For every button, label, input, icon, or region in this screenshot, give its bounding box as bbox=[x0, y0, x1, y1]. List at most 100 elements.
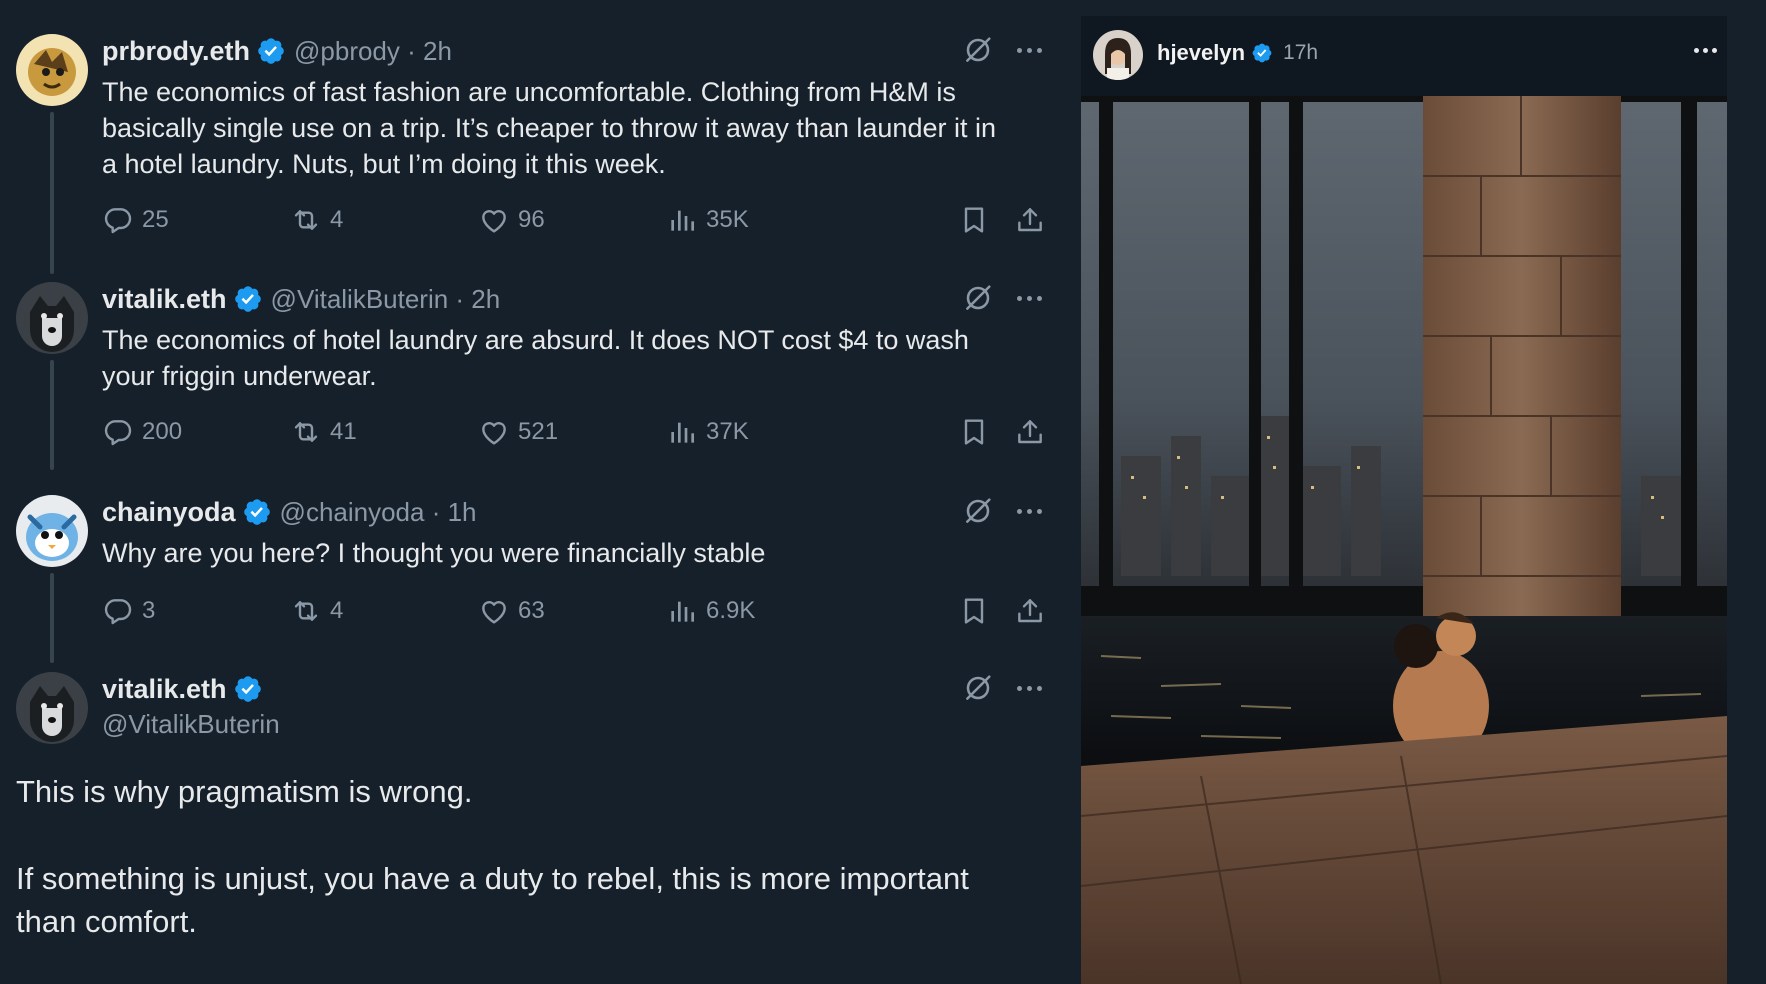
share-icon bbox=[1014, 416, 1046, 448]
views-button[interactable]: 35K bbox=[666, 200, 749, 240]
display-name[interactable]: chainyoda bbox=[102, 497, 236, 528]
tweet-text-line: a hotel laundry. Nuts, but I’m doing it … bbox=[102, 149, 666, 179]
avatar[interactable] bbox=[16, 495, 88, 567]
reply-count: 200 bbox=[142, 418, 183, 445]
repost-count: 41 bbox=[330, 418, 357, 445]
share-button[interactable] bbox=[1014, 591, 1046, 631]
like-button[interactable]: 63 bbox=[478, 591, 545, 631]
verified-badge-icon bbox=[233, 674, 263, 704]
like-icon bbox=[478, 204, 510, 236]
story-user[interactable]: hjevelyn 17h bbox=[1157, 40, 1318, 66]
tweet-text-line: Why are you here? I thought you were fin… bbox=[102, 538, 766, 568]
views-button[interactable]: 6.9K bbox=[666, 591, 755, 631]
bookmark-icon bbox=[958, 595, 990, 627]
views-count: 35K bbox=[706, 206, 749, 233]
story-time: 17h bbox=[1283, 41, 1319, 64]
views-count: 6.9K bbox=[706, 597, 756, 624]
tweet-paragraph-line: than comfort. bbox=[16, 904, 197, 939]
repost-icon bbox=[290, 595, 322, 627]
more-options-icon[interactable] bbox=[1012, 34, 1046, 66]
handle-and-time[interactable]: @chainyoda · 1h bbox=[280, 497, 477, 528]
repost-icon bbox=[290, 204, 322, 236]
bookmark-icon bbox=[958, 416, 990, 448]
tweet-text-line: The economics of fast fashion are uncomf… bbox=[102, 77, 956, 107]
thread-line bbox=[50, 573, 54, 663]
bookmark-button[interactable] bbox=[958, 591, 990, 631]
repost-count: 4 bbox=[330, 206, 344, 233]
repost-button[interactable]: 4 bbox=[290, 200, 343, 240]
reply-icon bbox=[102, 204, 134, 236]
handle[interactable]: @VitalikButerin bbox=[102, 706, 280, 742]
story-more-icon[interactable] bbox=[1692, 48, 1719, 53]
more-options-icon[interactable] bbox=[1012, 282, 1046, 314]
tweet-text: The economics of hotel laundry are absur… bbox=[102, 322, 1042, 394]
like-button[interactable]: 96 bbox=[478, 200, 545, 240]
tweet-actions: 25 4 96 35K bbox=[102, 200, 1042, 240]
tweet-text: The economics of fast fashion are uncomf… bbox=[102, 74, 1042, 182]
verified-badge-icon bbox=[233, 284, 263, 314]
like-count: 96 bbox=[518, 206, 545, 233]
story-username[interactable]: hjevelyn bbox=[1157, 40, 1245, 66]
display-name[interactable]: vitalik.eth bbox=[102, 674, 227, 705]
bookmark-icon bbox=[958, 204, 990, 236]
reply-button[interactable]: 3 bbox=[102, 591, 155, 631]
bookmark-button[interactable] bbox=[958, 200, 990, 240]
tweet-text-line: your friggin underwear. bbox=[102, 361, 377, 391]
more-options-icon[interactable] bbox=[1012, 672, 1046, 704]
reply-button[interactable]: 25 bbox=[102, 200, 169, 240]
bookmark-button[interactable] bbox=[958, 412, 990, 452]
tweet-header: prbrody.eth @pbrody · 2h bbox=[102, 34, 452, 68]
story-header: hjevelyn 17h bbox=[1081, 16, 1727, 96]
reply-button[interactable]: 200 bbox=[102, 412, 182, 452]
tweet-text-line: basically single use on a trip. It’s che… bbox=[102, 113, 996, 143]
tweet-actions: 200 41 521 37K bbox=[102, 412, 1042, 452]
grok-icon[interactable] bbox=[962, 495, 994, 527]
repost-button[interactable]: 4 bbox=[290, 591, 343, 631]
like-count: 63 bbox=[518, 597, 545, 624]
reply-count: 3 bbox=[142, 597, 156, 624]
views-icon bbox=[666, 204, 698, 236]
grok-icon[interactable] bbox=[962, 672, 994, 704]
story-avatar[interactable] bbox=[1093, 30, 1143, 80]
like-button[interactable]: 521 bbox=[478, 412, 558, 452]
verified-badge-icon bbox=[242, 497, 272, 527]
share-button[interactable] bbox=[1014, 412, 1046, 452]
tweet-thread: prbrody.eth @pbrody · 2h The economics o… bbox=[0, 0, 1060, 984]
display-name[interactable]: vitalik.eth bbox=[102, 284, 227, 315]
views-icon bbox=[666, 595, 698, 627]
tweet-header: chainyoda @chainyoda · 1h bbox=[102, 495, 477, 529]
tweet-paragraph: This is why pragmatism is wrong. bbox=[16, 774, 473, 809]
tweet-header: vitalik.eth @VitalikButerin · 2h bbox=[102, 282, 500, 316]
like-icon bbox=[478, 416, 510, 448]
grok-icon[interactable] bbox=[962, 34, 994, 66]
views-button[interactable]: 37K bbox=[666, 412, 749, 452]
tweet-actions: 3 4 63 6.9K bbox=[102, 591, 1042, 631]
grok-icon[interactable] bbox=[962, 282, 994, 314]
share-button[interactable] bbox=[1014, 200, 1046, 240]
share-icon bbox=[1014, 595, 1046, 627]
thread-line bbox=[50, 360, 54, 470]
repost-button[interactable]: 41 bbox=[290, 412, 357, 452]
views-count: 37K bbox=[706, 418, 749, 445]
handle-and-time[interactable]: @VitalikButerin · 2h bbox=[271, 284, 501, 315]
avatar[interactable] bbox=[16, 34, 88, 106]
share-icon bbox=[1014, 204, 1046, 236]
verified-badge-icon bbox=[1251, 42, 1273, 64]
display-name[interactable]: prbrody.eth bbox=[102, 36, 250, 67]
avatar[interactable] bbox=[16, 672, 88, 744]
more-options-icon[interactable] bbox=[1012, 495, 1046, 527]
reply-icon bbox=[102, 595, 134, 627]
story-photo bbox=[1081, 96, 1727, 984]
like-icon bbox=[478, 595, 510, 627]
story-panel[interactable]: hjevelyn 17h bbox=[1081, 16, 1727, 984]
reply-icon bbox=[102, 416, 134, 448]
repost-icon bbox=[290, 416, 322, 448]
like-count: 521 bbox=[518, 418, 559, 445]
views-icon bbox=[666, 416, 698, 448]
avatar[interactable] bbox=[16, 282, 88, 354]
tweet-text: Why are you here? I thought you were fin… bbox=[102, 535, 1042, 571]
tweet-paragraph-line: If something is unjust, you have a duty … bbox=[16, 861, 969, 896]
handle-and-time[interactable]: @pbrody · 2h bbox=[294, 36, 452, 67]
tweet-header: vitalik.eth @VitalikButerin bbox=[102, 672, 280, 742]
thread-line bbox=[50, 112, 54, 274]
